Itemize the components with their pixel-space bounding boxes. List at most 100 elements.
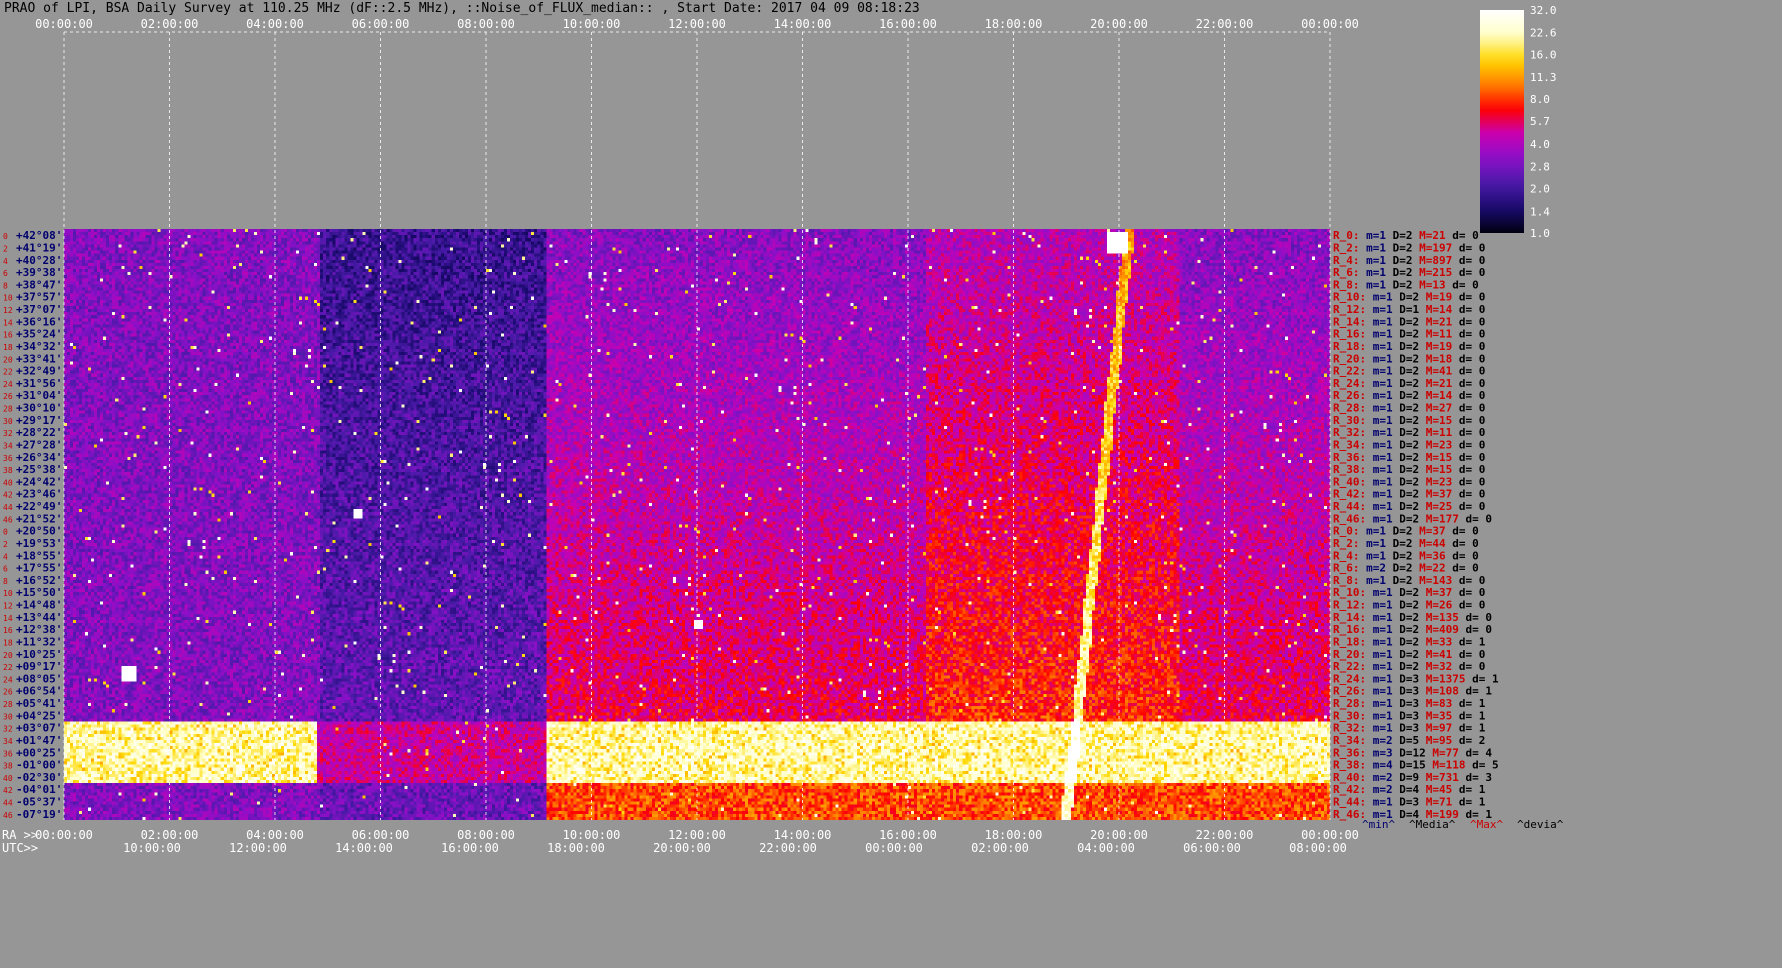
colorbar-gradient (1480, 10, 1524, 233)
row-stat-part: D=2 (1393, 635, 1420, 648)
row-stat-part: D=2 (1393, 451, 1420, 464)
row-stat-part: D=2 (1393, 402, 1420, 415)
row-stat-part: m=1 (1366, 426, 1393, 439)
row-stat-part: d= 5 (1466, 759, 1499, 772)
row-stat-part: R_22: (1333, 365, 1366, 378)
row-stat-part: D=2 (1393, 328, 1420, 341)
row-stat-part: M=41 (1419, 648, 1452, 661)
row-stat-part: M=23 (1419, 475, 1452, 488)
row-index-label: 2 (3, 540, 8, 549)
utc-tick-label: 10:00:00 (123, 841, 181, 855)
row-stat-part: D=2 (1393, 512, 1420, 525)
row-index-label: 28 (3, 700, 13, 709)
row-stat-part: m=1 (1366, 796, 1393, 809)
colorbar-tick-label: 2.8 (1530, 161, 1550, 174)
row-stat-part: R_42: (1333, 488, 1366, 501)
utc-tick-label: 22:00:00 (759, 841, 817, 855)
row-stat-part: M=27 (1419, 402, 1452, 415)
row-stat-part: D=2 (1393, 315, 1420, 328)
row-stat-part: R_40: (1333, 475, 1366, 488)
row-stat-part: M=11 (1419, 426, 1452, 439)
top-tick-label: 14:00:00 (774, 17, 832, 31)
row-index-label: 8 (3, 577, 8, 586)
top-tick-label: 06:00:00 (352, 17, 410, 31)
row-stat-part: D=3 (1393, 709, 1420, 722)
row-stat-part: R_2: (1333, 537, 1360, 550)
row-stat-part: m=1 (1366, 635, 1393, 648)
row-index-label: 36 (3, 454, 13, 463)
declination-label: +03°07' (16, 722, 62, 735)
declination-label: +37°07' (16, 303, 62, 316)
row-stat: R_42: m=2 D=4 M=45 d= 1 (1333, 783, 1486, 796)
row-index-label: 32 (3, 725, 13, 734)
row-stat-part: m=2 (1366, 783, 1393, 796)
row-stat-part: m=1 (1366, 402, 1393, 415)
row-stat-part: d= 0 (1452, 488, 1485, 501)
row-stat-part: d= 0 (1452, 291, 1485, 304)
row-stat-part: M=37 (1419, 488, 1452, 501)
row-stat: R_18: m=1 D=2 M=19 d= 0 (1333, 340, 1485, 353)
row-stat-part: R_6: (1333, 266, 1360, 279)
row-stat-part: d= 0 (1452, 451, 1485, 464)
row-stat: R_42: m=1 D=2 M=37 d= 0 (1333, 488, 1485, 501)
row-stat: R_36: m=3 D=12 M=77 d= 4 (1333, 746, 1492, 759)
top-tick-label: 00:00:00 (1301, 17, 1359, 31)
declination-label: -01°00' (16, 759, 62, 772)
row-stat-part: M=215 (1413, 266, 1453, 279)
row-index-label: 34 (3, 737, 13, 746)
row-stat: R_6: m=2 D=2 M=22 d= 0 (1333, 562, 1479, 575)
ra-tick-label: 18:00:00 (985, 828, 1043, 842)
row-stat: R_14: m=1 D=2 M=21 d= 0 (1333, 315, 1485, 328)
row-stat-part: D=2 (1386, 278, 1413, 291)
row-stat: R_34: m=1 D=2 M=23 d= 0 (1333, 438, 1485, 451)
row-stat-part: M=37 (1419, 586, 1452, 599)
row-stat-part: d= 1 (1452, 709, 1485, 722)
row-stat-part: d= 0 (1452, 303, 1485, 316)
row-index-label: 44 (3, 503, 13, 512)
row-stat-part: M=32 (1419, 660, 1452, 673)
row-stat-part: R_10: (1333, 291, 1366, 304)
colorbar-tick-label: 11.3 (1530, 71, 1557, 84)
row-stat-part: M=23 (1419, 438, 1452, 451)
row-stat-part: R_24: (1333, 377, 1366, 390)
row-index-label: 18 (3, 638, 13, 647)
row-stat-part: d= 2 (1452, 734, 1485, 747)
declination-label: +22°49' (16, 500, 62, 513)
row-stat-part: M=77 (1426, 746, 1459, 759)
row-stat-part: D=3 (1393, 796, 1420, 809)
row-stat-part: d= 0 (1452, 438, 1485, 451)
row-stat-part: d= 0 (1452, 475, 1485, 488)
row-index-label: 10 (3, 589, 13, 598)
row-stat-part: d= 0 (1452, 241, 1485, 254)
row-stat-part: M=22 (1413, 562, 1446, 575)
row-stat-part: d= 0 (1452, 463, 1485, 476)
stats-legend-item: ^devia^ (1517, 818, 1564, 831)
utc-tick-label: 12:00:00 (229, 841, 287, 855)
declination-label: +41°19' (16, 241, 62, 254)
row-stat-part: M=14 (1419, 303, 1452, 316)
row-stat-part: M=36 (1413, 549, 1446, 562)
row-stat-part: d= 0 (1452, 574, 1485, 587)
declination-label: +15°50' (16, 586, 62, 599)
row-stat: R_12: m=1 D=1 M=14 d= 0 (1333, 303, 1485, 316)
row-stat-part: D=2 (1393, 611, 1420, 624)
utc-tick-label: 00:00:00 (865, 841, 923, 855)
row-stat-part: d= 0 (1452, 315, 1485, 328)
declination-label: +04°25' (16, 709, 62, 722)
declination-label: +00°25' (16, 746, 62, 759)
declination-label: +18°55' (16, 549, 62, 562)
row-stat-part: d= 0 (1452, 352, 1485, 365)
ra-tick-label: 00:00:00 (35, 828, 93, 842)
row-stat-part: m=1 (1366, 611, 1393, 624)
row-stat-part: M=97 (1419, 722, 1452, 735)
row-stat-part: R_4: (1333, 549, 1360, 562)
row-stat-part: D=2 (1393, 586, 1420, 599)
row-stat-part: m=1 (1366, 463, 1393, 476)
row-stat-part: d= 0 (1459, 611, 1492, 624)
row-stat-part: d= 1 (1452, 697, 1485, 710)
row-stat-part: M=15 (1419, 414, 1452, 427)
row-stat-part: m=4 (1366, 759, 1393, 772)
row-stat-part: M=21 (1413, 229, 1446, 242)
top-tick-label: 20:00:00 (1090, 17, 1148, 31)
declination-label: -04°01' (16, 783, 62, 796)
